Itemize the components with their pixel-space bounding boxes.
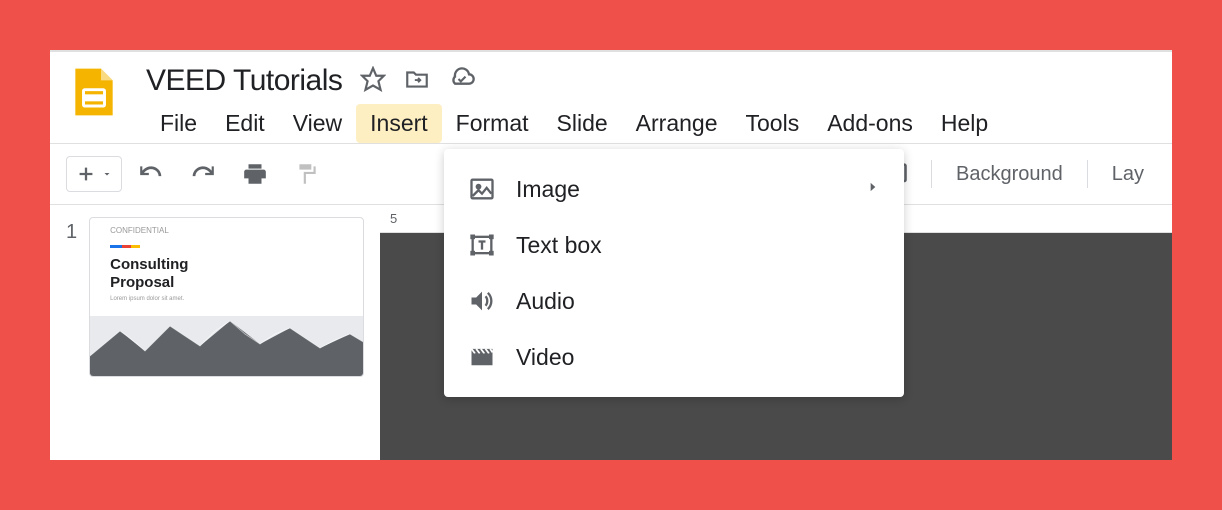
- move-folder-icon[interactable]: [404, 66, 430, 97]
- insert-dropdown: Image T: [444, 149, 904, 397]
- header: VEED Tutorials: [50, 52, 1172, 143]
- toolbar: Background Lay Image: [50, 143, 1172, 205]
- dropdown-label: Audio: [516, 288, 880, 315]
- toolbar-divider: [931, 160, 932, 188]
- cloud-status-icon[interactable]: [448, 65, 476, 98]
- slides-app-icon[interactable]: [66, 64, 122, 120]
- video-icon: [468, 343, 496, 371]
- thumb-mountains: [90, 316, 364, 376]
- menubar: File Edit View Insert Format Slide Arran…: [146, 104, 1156, 143]
- menu-format[interactable]: Format: [442, 104, 543, 143]
- menu-insert[interactable]: Insert: [356, 104, 442, 143]
- dropdown-item-video[interactable]: Video: [444, 329, 904, 385]
- header-content: VEED Tutorials: [146, 64, 1156, 143]
- print-button[interactable]: [232, 155, 278, 193]
- image-icon: [468, 175, 496, 203]
- background-button[interactable]: Background: [944, 157, 1075, 192]
- menu-view[interactable]: View: [279, 104, 356, 143]
- paint-format-button[interactable]: [284, 155, 330, 193]
- dropdown-item-image[interactable]: Image: [444, 161, 904, 217]
- layout-button[interactable]: Lay: [1100, 157, 1156, 192]
- slide-panel: 1 CONFIDENTIAL Consulting Proposal Lorem…: [50, 205, 380, 460]
- menu-arrange[interactable]: Arrange: [622, 104, 732, 143]
- dropdown-item-audio[interactable]: Audio: [444, 273, 904, 329]
- textbox-icon: [468, 231, 496, 259]
- dropdown-label: Video: [516, 344, 880, 371]
- undo-button[interactable]: [128, 155, 174, 193]
- thumb-accent: [110, 245, 140, 248]
- document-title[interactable]: VEED Tutorials: [146, 64, 342, 98]
- slide-number: 1: [66, 217, 77, 460]
- audio-icon: [468, 287, 496, 315]
- star-icon[interactable]: [360, 66, 386, 97]
- menu-edit[interactable]: Edit: [211, 104, 279, 143]
- toolbar-divider: [1087, 160, 1088, 188]
- submenu-arrow-icon: [866, 180, 880, 199]
- menu-help[interactable]: Help: [927, 104, 1002, 143]
- menu-tools[interactable]: Tools: [732, 104, 814, 143]
- dropdown-item-textbox[interactable]: Text box: [444, 217, 904, 273]
- thumb-lorem: Lorem ipsum dolor sit amet.: [90, 292, 363, 306]
- dropdown-label: Text box: [516, 232, 880, 259]
- menu-file[interactable]: File: [146, 104, 211, 143]
- app-window: VEED Tutorials: [50, 50, 1172, 460]
- slide-thumbnail[interactable]: CONFIDENTIAL Consulting Proposal Lorem i…: [89, 217, 364, 377]
- menu-slide[interactable]: Slide: [543, 104, 622, 143]
- new-slide-button[interactable]: [66, 156, 122, 192]
- thumb-header: CONFIDENTIAL: [90, 218, 363, 239]
- title-row: VEED Tutorials: [146, 64, 1156, 98]
- thumb-title-line1: Consulting: [90, 256, 363, 274]
- ruler-mark: 5: [390, 211, 397, 226]
- thumb-title-line2: Proposal: [90, 274, 363, 292]
- redo-button[interactable]: [180, 155, 226, 193]
- menu-addons[interactable]: Add-ons: [813, 104, 927, 143]
- dropdown-label: Image: [516, 176, 846, 203]
